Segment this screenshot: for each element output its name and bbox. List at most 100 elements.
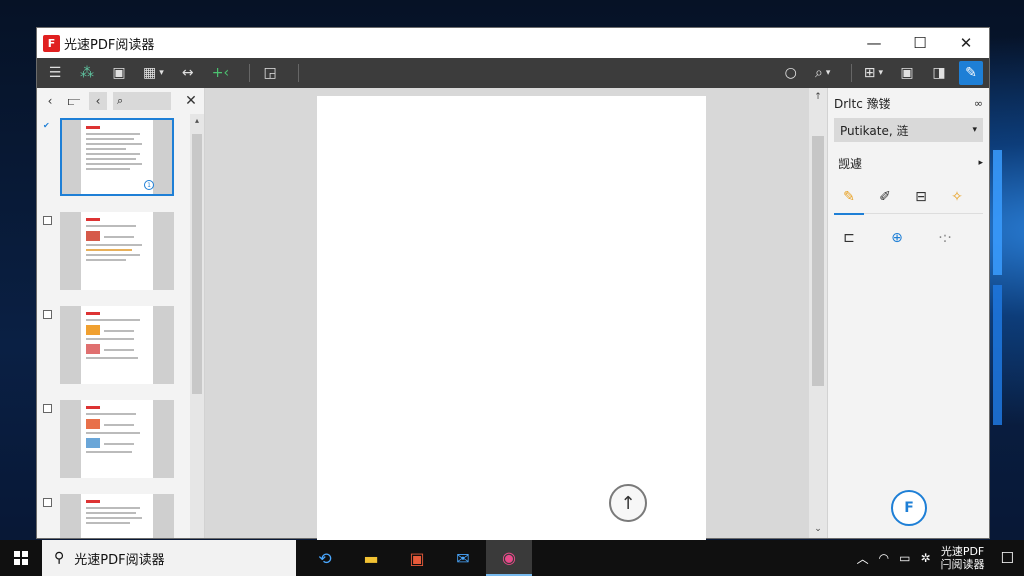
taskbar-search[interactable]: ⚲ 光速PDF阅读器 — [42, 540, 296, 576]
document-scrollbar[interactable]: ↑ ⌄ — [809, 88, 827, 538]
main-content: ‹ ⫍ ‹ ⌕ ✕ ✔ 1 ▴ ↑ ↑ ⌄ Drltc 豫镂 ∞ Putikat… — [37, 88, 989, 541]
app-logo-icon: F — [43, 34, 60, 52]
thumbnail-search-input[interactable]: ⌕ — [113, 92, 171, 110]
draw-tool-icon[interactable]: ✐ — [874, 186, 896, 208]
thumbnail-icon[interactable]: ▣ — [895, 61, 919, 85]
thumbnail-page-preview — [81, 212, 153, 290]
thumbnail-item[interactable]: ✔ 1 — [37, 118, 190, 212]
page-thumbnail[interactable] — [60, 494, 174, 538]
tray-chevron-icon[interactable]: ︿ — [857, 550, 869, 567]
edge-app-icon[interactable]: ⟲ — [302, 540, 348, 576]
back-icon[interactable]: ‹ — [41, 92, 59, 110]
close-panel-icon[interactable]: ✕ — [182, 92, 200, 110]
thumbnail-scrollbar[interactable]: ▴ — [190, 114, 204, 538]
mail-app-icon[interactable]: ✉ — [440, 540, 486, 576]
thumbnail-page-preview — [81, 494, 153, 538]
minimize-button[interactable]: — — [851, 28, 897, 58]
menu-icon[interactable]: ☰ — [43, 61, 67, 85]
window-controls: — ☐ ✕ — [851, 28, 989, 58]
windows-icon — [14, 551, 28, 565]
app-title: 光速PDF阅读器 — [64, 37, 155, 53]
tray-clock[interactable]: 光速PDF 闩阅读器 — [941, 545, 985, 571]
thumbnail-checkbox[interactable]: ✔ — [43, 122, 52, 131]
assistant-button[interactable]: F — [891, 490, 927, 526]
thumbnail-checkbox[interactable] — [43, 404, 52, 413]
scroll-to-top-button[interactable]: ↑ — [609, 484, 647, 522]
collapse-icon[interactable]: ⫍ — [65, 92, 83, 110]
chevron-down-icon: ▾ — [878, 68, 883, 78]
thumbnail-checkbox[interactable] — [43, 216, 52, 225]
share-icon[interactable]: ⁂ — [75, 61, 99, 85]
add-page-icon[interactable]: ⊕ — [886, 227, 908, 249]
scroll-up-icon[interactable]: ▴ — [190, 114, 204, 128]
search-icon: ⚲ — [54, 550, 65, 566]
zoom-icon: ⌕ — [815, 65, 823, 81]
document-view[interactable]: ↑ ↑ ⌄ — [205, 88, 827, 541]
start-button[interactable] — [0, 540, 42, 576]
taskbar: ⚲ 光速PDF阅读器 ⟲ ▬ ▣ ✉ ◉ ︿ ◠ ▭ ✲ 光速PDF 闩阅读器 … — [0, 540, 1024, 576]
thumbnail-checkbox[interactable] — [43, 498, 52, 507]
network-icon[interactable]: ◠ — [879, 551, 889, 565]
annotate-icon[interactable]: ✎ — [959, 61, 983, 85]
link-icon[interactable]: ∞ — [974, 97, 983, 110]
battery-icon[interactable]: ▭ — [899, 551, 910, 565]
page-tools: ⊏ ⊕ ·:· — [834, 214, 983, 262]
shape-tool-icon[interactable]: ⊟ — [910, 186, 932, 208]
pdf-reader-app-icon[interactable]: ◉ — [486, 540, 532, 576]
annotation-tools: ✎ ✐ ⊟ ✧ — [834, 180, 983, 215]
page-thumbnail[interactable] — [60, 212, 174, 290]
navigate-icon[interactable]: ↔ — [176, 61, 200, 85]
view-mode-button[interactable]: ⊞ ▾ — [860, 61, 887, 85]
toolbar-divider — [298, 64, 300, 82]
magic-tool-icon[interactable]: ✧ — [946, 186, 968, 208]
close-button[interactable]: ✕ — [943, 28, 989, 58]
notifications-icon[interactable]: ☐ — [1001, 549, 1014, 567]
export-icon[interactable]: ◲ — [258, 61, 282, 85]
store-app-icon[interactable]: ▣ — [394, 540, 440, 576]
sidebar-toggle-icon[interactable]: ◨ — [927, 61, 951, 85]
scroll-up-icon[interactable]: ↑ — [809, 88, 827, 106]
thumbnail-list: ✔ 1 — [37, 114, 190, 538]
title-bar: F 光速PDF阅读器 — ☐ ✕ — [37, 28, 989, 58]
main-toolbar: ☰ ⁂ ▣ ▦ ▾ ↔ +‹ ◲ ○ ⌕ ▾ ⊞ ▾ ▣ ◨ ✎ — [37, 58, 989, 88]
properties-panel: Drltc 豫镂 ∞ Putikate, 涟 ▾ 觊遽 ▸ ✎ ✐ ⊟ ✧ ⊏ … — [827, 88, 989, 538]
thumbnail-item[interactable] — [37, 400, 190, 494]
clock-line-1: 光速PDF — [940, 545, 985, 558]
scrollbar-thumb[interactable] — [812, 136, 824, 386]
thumbnail-page-preview — [81, 120, 153, 194]
thumbnail-checkbox[interactable] — [43, 310, 52, 319]
save-icon[interactable]: ▣ — [107, 61, 131, 85]
panel-mode-select[interactable]: Putikate, 涟 ▾ — [834, 118, 983, 142]
view-mode-icon: ⊞ — [863, 65, 876, 81]
scroll-down-icon[interactable]: ⌄ — [809, 520, 827, 538]
page-thumbnail[interactable] — [60, 400, 174, 478]
settings-icon[interactable]: ✲ — [920, 551, 930, 565]
chevron-right-icon: ▸ — [978, 158, 983, 168]
toolbar-right-group: ○ ⌕ ▾ ⊞ ▾ ▣ ◨ ✎ — [779, 61, 983, 85]
search-icon[interactable]: ○ — [779, 61, 803, 85]
more-icon[interactable]: ·:· — [934, 227, 956, 249]
maximize-button[interactable]: ☐ — [897, 28, 943, 58]
thumbnail-item[interactable] — [37, 306, 190, 400]
thumbnail-panel: ‹ ⫍ ‹ ⌕ ✕ ✔ 1 ▴ — [37, 88, 205, 538]
scrollbar-thumb[interactable] — [192, 134, 202, 394]
insert-page-icon[interactable]: +‹ — [208, 61, 233, 85]
page-thumbnail[interactable] — [60, 306, 174, 384]
page-layout-button[interactable]: ▦ ▾ — [139, 61, 168, 85]
desktop-light-pane — [993, 285, 1002, 425]
file-explorer-icon[interactable]: ▬ — [348, 540, 394, 576]
system-tray: ︿ ◠ ▭ ✲ 光速PDF 闩阅读器 ☐ — [857, 545, 1024, 571]
document-page[interactable] — [317, 96, 706, 541]
thumbnail-page-preview — [81, 306, 153, 384]
panel-section-row[interactable]: 觊遽 ▸ — [834, 146, 983, 180]
thumbnail-item[interactable] — [37, 212, 190, 306]
prev-page-icon[interactable]: ‹ — [89, 92, 107, 110]
chevron-down-icon: ▾ — [159, 68, 164, 78]
desktop-light-pane — [993, 150, 1002, 275]
extract-page-icon[interactable]: ⊏ — [838, 227, 860, 249]
thumbnail-item[interactable] — [37, 494, 190, 538]
page-thumbnail[interactable]: 1 — [60, 118, 174, 196]
panel-section-label: 觊遽 — [838, 156, 863, 171]
zoom-button[interactable]: ⌕ ▾ — [811, 61, 835, 85]
highlight-tool-icon[interactable]: ✎ — [834, 186, 864, 215]
